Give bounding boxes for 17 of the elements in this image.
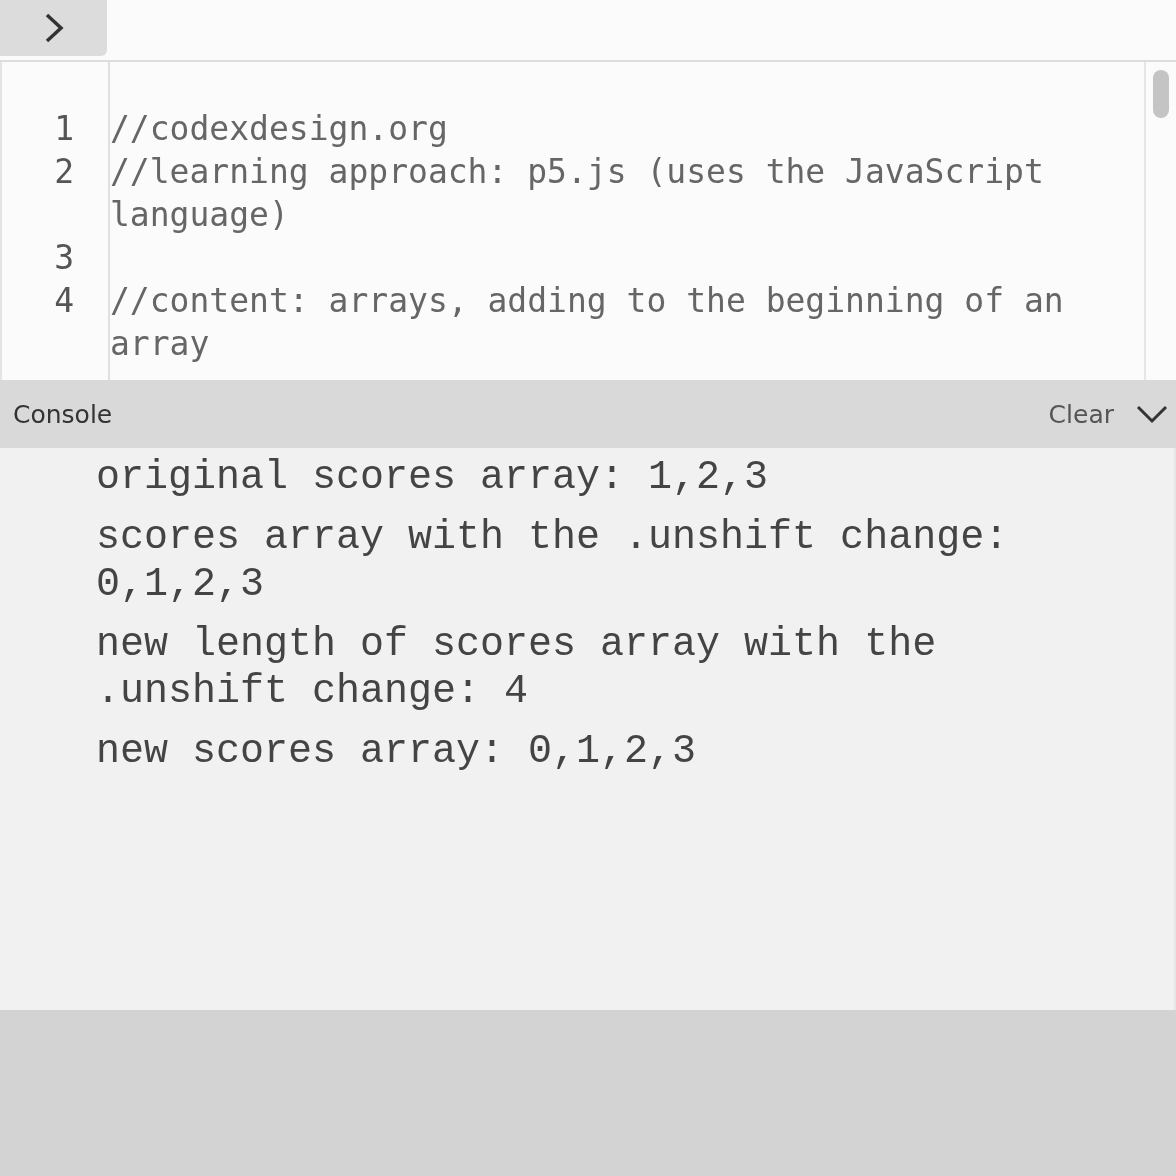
- line-number: 1: [53, 108, 75, 150]
- console-message: new scores array: 0,1,2,3: [96, 728, 698, 775]
- expand-button[interactable]: [0, 0, 107, 56]
- clear-button[interactable]: Clear: [1048, 399, 1114, 429]
- code-line: //content: arrays, adding to the beginning of an array: [109, 280, 1065, 365]
- console-message: new length of scores array with the .unshift change: 4: [96, 621, 938, 715]
- console-title: Console: [13, 399, 113, 429]
- line-number: 3: [53, 237, 75, 279]
- code-line: //learning approach: p5.js (uses the JavaScript language): [109, 151, 1045, 236]
- scrollbar-thumb[interactable]: [1153, 70, 1169, 118]
- line-number: 2: [53, 151, 75, 193]
- collapse-toggle[interactable]: [1136, 404, 1168, 424]
- console-message: original scores array: 1,2,3: [96, 454, 770, 501]
- line-number: 4: [53, 280, 75, 322]
- console-message: scores array with the .unshift change: 0,1,2,3: [96, 514, 1010, 608]
- code-line: //codexdesign.org: [109, 108, 449, 150]
- chevron-down-icon: [1136, 404, 1168, 424]
